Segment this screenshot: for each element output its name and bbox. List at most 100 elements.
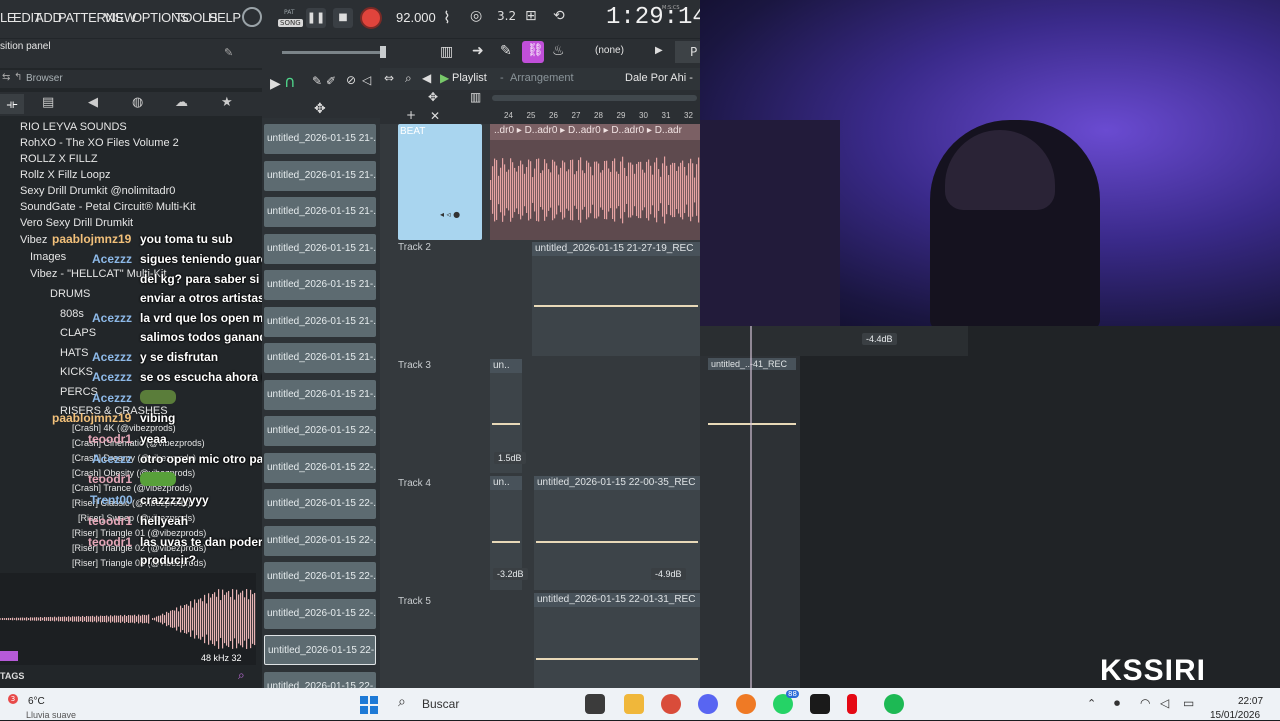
pen-icon[interactable]: ✎ (500, 43, 512, 59)
beat-track-header[interactable]: BEAT ◂ ◃ ● (398, 124, 482, 240)
track-4-clip-a-header[interactable]: un.. (490, 476, 522, 490)
tree-item[interactable]: 808s (60, 308, 84, 320)
scroll-icon[interactable]: ✥ (428, 90, 438, 104)
delete-tool-icon[interactable]: ⊘ (346, 73, 356, 87)
cloud-tab-icon[interactable]: ☁ (175, 95, 188, 110)
tree-item[interactable]: Rollz X Fillz Loopz (20, 169, 110, 181)
pause-button[interactable]: ❚❚ (306, 8, 326, 28)
file-explorer-icon[interactable] (624, 694, 644, 714)
search-icon[interactable]: ⌕ (398, 694, 406, 710)
taskbar-search[interactable]: Buscar (422, 697, 459, 711)
pattern-clip[interactable]: untitled_2026-01-15 22-... (264, 598, 376, 629)
discord-icon[interactable] (698, 694, 718, 714)
menu-help[interactable]: HELP (208, 10, 241, 25)
playlist-play-icon[interactable]: ▶ (440, 71, 449, 85)
main-pitch-slider[interactable] (282, 51, 382, 54)
step-edit-icon[interactable]: ⊞ (525, 8, 537, 24)
record-button[interactable] (360, 7, 382, 29)
speaker-tab-icon[interactable]: ◀ (88, 95, 98, 110)
beat-clip[interactable] (490, 140, 700, 240)
piano-icon[interactable]: ▥ (440, 44, 453, 60)
tree-item[interactable]: Vero Sexy Drill Drumkit (20, 217, 133, 229)
add-track-icon[interactable]: + (406, 108, 416, 122)
tempo-display[interactable]: 92.000 (396, 10, 436, 25)
microphone-icon[interactable]: ⏺ (1114, 696, 1120, 711)
pattern-clip[interactable]: untitled_2026-01-15 21-... (264, 160, 376, 191)
arrow-right-icon[interactable]: ➜ (472, 43, 484, 59)
move-icon[interactable]: ✥ (314, 101, 326, 117)
tree-item[interactable]: CLAPS (60, 327, 96, 339)
pattern-clip[interactable]: untitled_2026-01-15 21-... (264, 124, 376, 154)
mute-tool-icon[interactable]: ◁ (362, 73, 371, 87)
search-icon[interactable]: ⌕ (238, 668, 245, 683)
pattern-clip[interactable]: untitled_2026-01-15 21-... (264, 379, 376, 410)
grid-icon[interactable]: ▥ (470, 90, 481, 104)
pencil-tool-icon[interactable]: ✎ (312, 74, 322, 88)
track-3-header[interactable]: Track 3 (398, 360, 490, 476)
pattern-selector[interactable]: P (675, 41, 700, 63)
pattern-clip[interactable]: untitled_2026-01-15 21-... (264, 343, 376, 373)
arrows-icon[interactable]: ⇆ (2, 72, 10, 83)
track-5-clip-header[interactable]: untitled_2026-01-15 22-01-31_REC (534, 593, 700, 607)
track-4-clip-b-header[interactable]: untitled_2026-01-15 22-00-35_REC (534, 476, 700, 490)
zoom-icon[interactable]: ⌕ (405, 71, 412, 86)
battery-icon[interactable]: ▭ (1183, 696, 1194, 710)
tree-item[interactable]: KICKS (60, 366, 93, 378)
track-controls[interactable]: ◂ ◃ ● (440, 210, 460, 219)
slider-handle[interactable] (380, 46, 386, 58)
pattern-clip[interactable]: untitled_2026-01-15 21-... (264, 233, 376, 264)
play-preview-button[interactable] (0, 651, 18, 661)
back-icon[interactable]: ↰ (14, 72, 22, 83)
tree-item[interactable]: Images (30, 251, 66, 263)
horizontal-scrollbar[interactable] (492, 95, 697, 101)
chevron-right-icon[interactable]: ▶ (655, 45, 663, 56)
pattern-clip[interactable]: untitled_2026-01-15 21-... (264, 306, 376, 337)
metronome-icon[interactable]: ⌇ (443, 8, 451, 27)
track-2-header[interactable]: Track 2 (398, 242, 490, 358)
play-icon[interactable]: ▶ (270, 76, 281, 92)
chrome-icon[interactable] (661, 694, 681, 714)
windows-start-icon[interactable] (360, 696, 378, 714)
star-tab-icon[interactable]: ★ (221, 95, 233, 110)
files-tab-icon[interactable]: ▤ (42, 95, 54, 110)
weather-temp[interactable]: 6°C (28, 696, 45, 707)
pat-song-switch[interactable]: PAT SONG (278, 7, 303, 31)
volume-icon[interactable]: ◁ (1160, 696, 1169, 710)
master-volume-knob[interactable] (242, 7, 262, 27)
app-icon[interactable] (810, 694, 830, 714)
task-view-icon[interactable] (585, 694, 605, 714)
tree-item[interactable]: Vibez (20, 234, 47, 246)
loop-record-icon[interactable]: ⟲ (553, 8, 565, 24)
tree-item[interactable]: Sexy Drill Drumkit @nolimitadr0 (20, 185, 175, 197)
brush-tool-icon[interactable]: ✐ (326, 74, 336, 88)
netflix-icon[interactable] (847, 694, 857, 714)
countdown-icon[interactable]: 3.2 (497, 9, 516, 23)
pattern-clip[interactable]: untitled_2026-01-15 22-... (264, 416, 376, 446)
all-tab-icon[interactable]: ⟛ (0, 94, 24, 114)
pattern-clip[interactable]: untitled_2026-01-15 22-... (264, 452, 376, 483)
track-4-header[interactable]: Track 4 (398, 478, 490, 594)
tree-item[interactable]: ROLLZ X FILLZ (20, 153, 98, 165)
track-2-clip-header[interactable]: untitled_2026-01-15 21-27-19_REC (532, 242, 700, 256)
pattern-clip[interactable]: untitled_2026-01-15 21-... (264, 270, 376, 300)
clock-date[interactable]: 15/01/2026 (1210, 710, 1260, 721)
fl-studio-icon[interactable] (736, 694, 756, 714)
wifi-icon[interactable]: ◠ (1140, 696, 1150, 710)
stop-button[interactable]: ■ (333, 8, 353, 28)
playhead[interactable] (750, 326, 752, 688)
timeline-ruler[interactable]: + ✕ 24 25 26 27 28 29 30 31 32 (380, 108, 700, 124)
pin-icon[interactable]: ✎ (224, 46, 233, 59)
tree-item[interactable]: SoundGate - Petal Circuit® Multi-Kit (20, 201, 196, 213)
tree-item[interactable]: DRUMS (50, 288, 90, 300)
wait-record-icon[interactable]: ◎ (470, 8, 482, 24)
track-3-clip-a-header[interactable]: un.. (490, 359, 522, 373)
clock-time[interactable]: 22:07 (1238, 696, 1263, 707)
magnet-icon[interactable]: ∩ (284, 72, 296, 91)
tree-item[interactable]: RIO LEYVA SOUNDS (20, 121, 127, 133)
pattern-clip[interactable]: untitled_2026-01-15 22-... (264, 489, 376, 519)
pattern-clip[interactable]: untitled_2026-01-15 22-... (264, 562, 376, 592)
pattern-clip[interactable]: untitled_2026-01-15 22-... (264, 635, 376, 665)
weather-desc[interactable]: Lluvia suave (26, 710, 76, 720)
track-5-clip[interactable] (534, 607, 700, 688)
pattern-clip[interactable]: untitled_2026-01-15 21-... (264, 197, 376, 227)
